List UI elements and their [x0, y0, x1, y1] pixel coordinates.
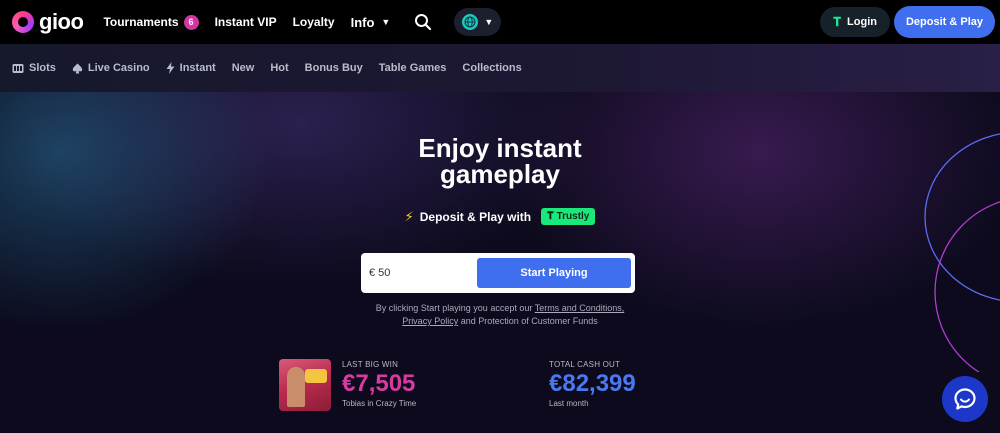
hero-title-line1: Enjoy instant	[418, 133, 582, 163]
deposit-play-label: Deposit & Play	[905, 16, 983, 28]
total-cashout-value: €82,399	[549, 370, 636, 397]
chevron-down-icon: ▼	[381, 17, 391, 27]
search-icon	[415, 14, 432, 31]
category-slots[interactable]: Slots	[12, 62, 56, 74]
category-new[interactable]: New	[232, 62, 255, 74]
nav-instant-vip-label: Instant VIP	[214, 15, 277, 29]
category-table-games-label: Table Games	[378, 62, 447, 74]
category-live-casino-label: Live Casino	[87, 62, 150, 74]
category-bonus-buy[interactable]: Bonus Buy	[305, 62, 363, 74]
category-slots-label: Slots	[29, 62, 56, 74]
hero-title-line2: gameplay	[440, 159, 560, 189]
total-cashout-label: TOTAL CASH OUT	[549, 360, 621, 369]
deposit-with-trustly: ⚡ Deposit & Play with 𝐓 Trustly	[0, 208, 1000, 225]
trustly-badge: 𝐓 Trustly	[541, 208, 596, 225]
nav-tournaments[interactable]: Tournaments 6	[103, 14, 199, 30]
deposit-text: Deposit & Play with	[419, 209, 532, 224]
start-playing-label: Start Playing	[520, 267, 588, 279]
total-cashout-subtitle: Last month	[549, 399, 589, 408]
terms-prefix: By clicking Start playing you accept our	[375, 303, 533, 313]
category-hot-label: Hot	[270, 62, 289, 74]
trustly-icon: 𝐓	[547, 211, 554, 222]
start-playing-button[interactable]: Start Playing	[477, 258, 631, 288]
total-cash-out: TOTAL CASH OUT €82,399 Last month	[549, 360, 636, 408]
slots-icon	[12, 63, 24, 73]
trustly-label: Trustly	[556, 211, 590, 222]
nav-info-dropdown[interactable]: Info ▼	[351, 15, 391, 30]
logo-icon	[12, 11, 34, 33]
deposit-form: Start Playing	[361, 253, 635, 293]
terms-text: By clicking Start playing you accept our…	[0, 302, 1000, 328]
bolt-icon	[166, 62, 175, 74]
amount-input[interactable]	[369, 267, 477, 279]
category-bonus-buy-label: Bonus Buy	[304, 62, 363, 74]
category-instant-label: Instant	[179, 62, 216, 74]
logo-text: gioo	[39, 9, 84, 34]
trustly-icon: 𝐓	[833, 14, 842, 29]
category-live-casino[interactable]: Live Casino	[72, 62, 150, 74]
nav-instant-vip[interactable]: Instant VIP	[215, 15, 277, 29]
last-win-subtitle: Tobias in Crazy Time	[342, 399, 417, 408]
nav-info-label: Info	[350, 14, 375, 30]
chevron-down-icon: ▼	[484, 17, 494, 27]
login-label: Login	[847, 16, 877, 28]
category-hot[interactable]: Hot	[270, 62, 288, 74]
bolt-icon: ⚡	[404, 208, 414, 224]
last-win-value: €7,505	[342, 370, 416, 397]
nav-tournaments-label: Tournaments	[103, 15, 179, 29]
chat-icon	[954, 388, 976, 410]
category-new-label: New	[231, 62, 255, 74]
tournaments-count-badge: 6	[183, 14, 199, 30]
login-button[interactable]: 𝐓 Login	[820, 7, 890, 37]
crazy-time-game-thumbnail[interactable]	[279, 359, 331, 411]
hero-section: Enjoy instant gameplay ⚡ Deposit & Play …	[0, 92, 1000, 433]
auth-actions: 𝐓 Login Deposit & Play	[820, 6, 995, 38]
last-win-label: LAST BIG WIN	[342, 360, 399, 369]
logo[interactable]: gioo	[12, 9, 84, 35]
nav-loyalty[interactable]: Loyalty	[293, 15, 335, 29]
top-navbar: gioo Tournaments 6 Instant VIP Loyalty I…	[0, 0, 1000, 44]
terms-link[interactable]: Terms and Conditions,	[535, 303, 625, 313]
last-big-win: LAST BIG WIN €7,505 Tobias in Crazy Time	[342, 360, 416, 408]
host-figure	[287, 367, 305, 407]
globe-icon	[462, 14, 479, 30]
category-bar: Slots Live Casino Instant New Hot Bonus …	[0, 44, 1000, 92]
spade-icon	[72, 63, 83, 73]
crazy-time-logo	[305, 369, 327, 383]
category-instant[interactable]: Instant	[166, 62, 216, 74]
category-collections[interactable]: Collections	[462, 62, 521, 74]
category-collections-label: Collections	[462, 62, 522, 74]
category-table-games[interactable]: Table Games	[379, 62, 447, 74]
terms-suffix: and Protection of Customer Funds	[460, 316, 598, 326]
nav-loyalty-label: Loyalty	[292, 15, 335, 29]
privacy-policy-link[interactable]: Privacy Policy	[402, 316, 458, 326]
deposit-play-button[interactable]: Deposit & Play	[893, 6, 995, 38]
search-button[interactable]	[412, 11, 434, 33]
hero-title: Enjoy instant gameplay	[0, 135, 1000, 187]
main-nav: Tournaments 6 Instant VIP Loyalty Info ▼	[103, 8, 502, 36]
chat-button[interactable]	[942, 376, 988, 422]
language-selector[interactable]: ▼	[454, 8, 502, 36]
